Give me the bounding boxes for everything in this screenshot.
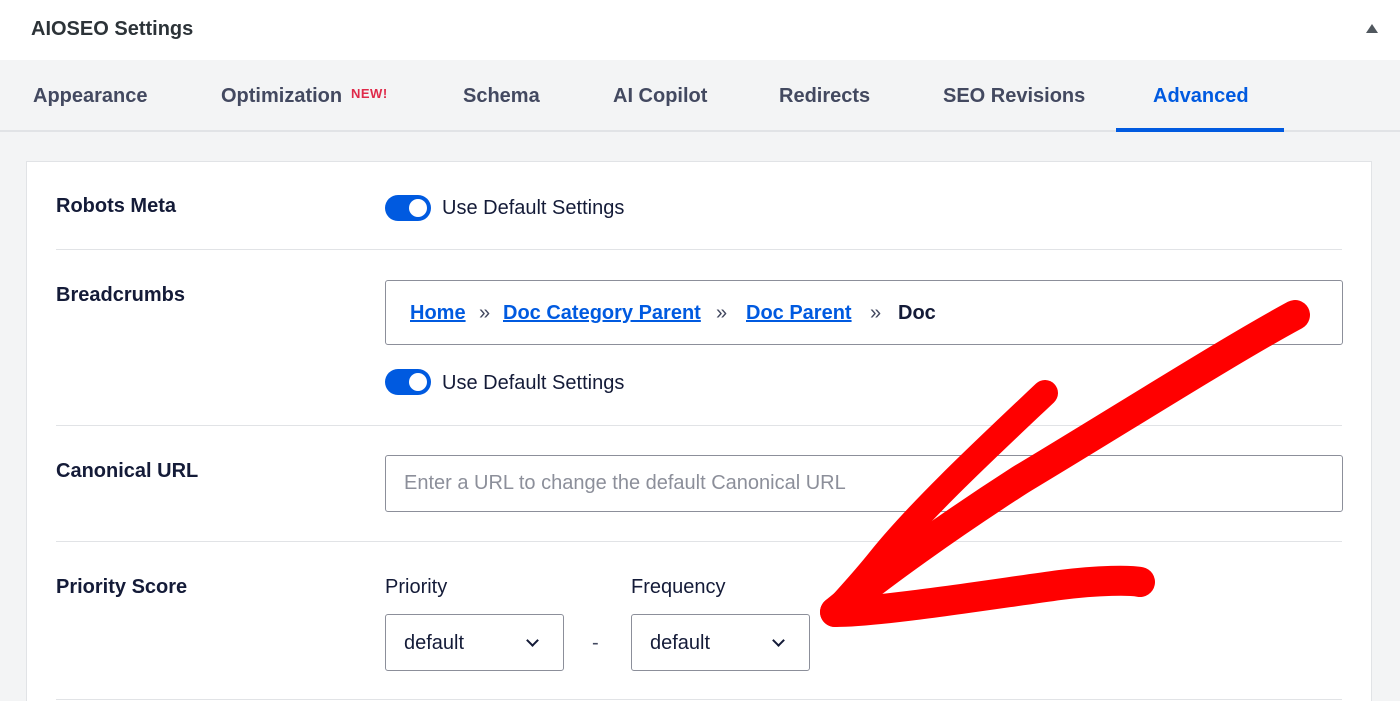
tab-optimization-label: Optimization xyxy=(221,85,343,107)
row-divider xyxy=(56,249,1342,250)
toggle-knob xyxy=(409,373,427,391)
panel-title: AIOSEO Settings xyxy=(31,18,194,40)
toggle-knob xyxy=(409,199,427,217)
tab-schema[interactable]: Schema xyxy=(463,60,540,132)
breadcrumbs-toggle-label: Use Default Settings xyxy=(442,372,625,394)
frequency-field-label: Frequency xyxy=(631,576,726,598)
frequency-select-value: default xyxy=(650,632,711,654)
new-badge: NEW! xyxy=(351,86,388,101)
tab-optimization[interactable]: Optimization xyxy=(221,60,342,132)
tab-ai-copilot[interactable]: AI Copilot xyxy=(613,60,707,132)
panel-header: AIOSEO Settings xyxy=(0,0,1400,60)
settings-tabs: Appearance Optimization NEW! Schema AI C… xyxy=(0,60,1400,132)
priority-field-label: Priority xyxy=(385,576,448,598)
chevron-down-icon xyxy=(526,634,539,647)
row-divider xyxy=(56,425,1342,426)
tab-redirects[interactable]: Redirects xyxy=(779,60,870,132)
breadcrumb-preview: Home » Doc Category Parent » Doc Parent … xyxy=(385,280,1343,345)
active-tab-indicator xyxy=(1116,128,1284,132)
breadcrumbs-toggle[interactable] xyxy=(385,369,431,395)
tab-advanced[interactable]: Advanced xyxy=(1153,60,1249,132)
breadcrumb-separator: » xyxy=(870,302,882,324)
robots-meta-toggle[interactable] xyxy=(385,195,431,221)
tab-seo-revisions[interactable]: SEO Revisions xyxy=(943,60,1085,132)
breadcrumb-doc-category-parent-link[interactable]: Doc Category Parent xyxy=(503,302,701,325)
frequency-select[interactable]: default xyxy=(631,614,810,671)
collapse-triangle-icon[interactable] xyxy=(1366,24,1378,33)
breadcrumb-separator: » xyxy=(479,302,491,324)
priority-select-value: default xyxy=(404,632,465,654)
priority-select[interactable]: default xyxy=(385,614,564,671)
tab-appearance[interactable]: Appearance xyxy=(33,60,148,132)
breadcrumb-current: Doc xyxy=(898,302,936,324)
canonical-url-input[interactable] xyxy=(385,455,1343,512)
breadcrumbs-label: Breadcrumbs xyxy=(56,284,185,306)
canonical-url-label: Canonical URL xyxy=(56,460,199,482)
row-divider xyxy=(56,541,1342,542)
chevron-down-icon xyxy=(772,634,785,647)
breadcrumb-doc-parent-link[interactable]: Doc Parent xyxy=(746,302,852,325)
priority-frequency-separator: - xyxy=(592,632,599,654)
robots-meta-toggle-label: Use Default Settings xyxy=(442,197,625,219)
breadcrumb-separator: » xyxy=(716,302,728,324)
row-divider xyxy=(56,699,1342,700)
robots-meta-label: Robots Meta xyxy=(56,195,176,217)
priority-score-label: Priority Score xyxy=(56,576,188,598)
breadcrumb-home-link[interactable]: Home xyxy=(410,302,466,325)
